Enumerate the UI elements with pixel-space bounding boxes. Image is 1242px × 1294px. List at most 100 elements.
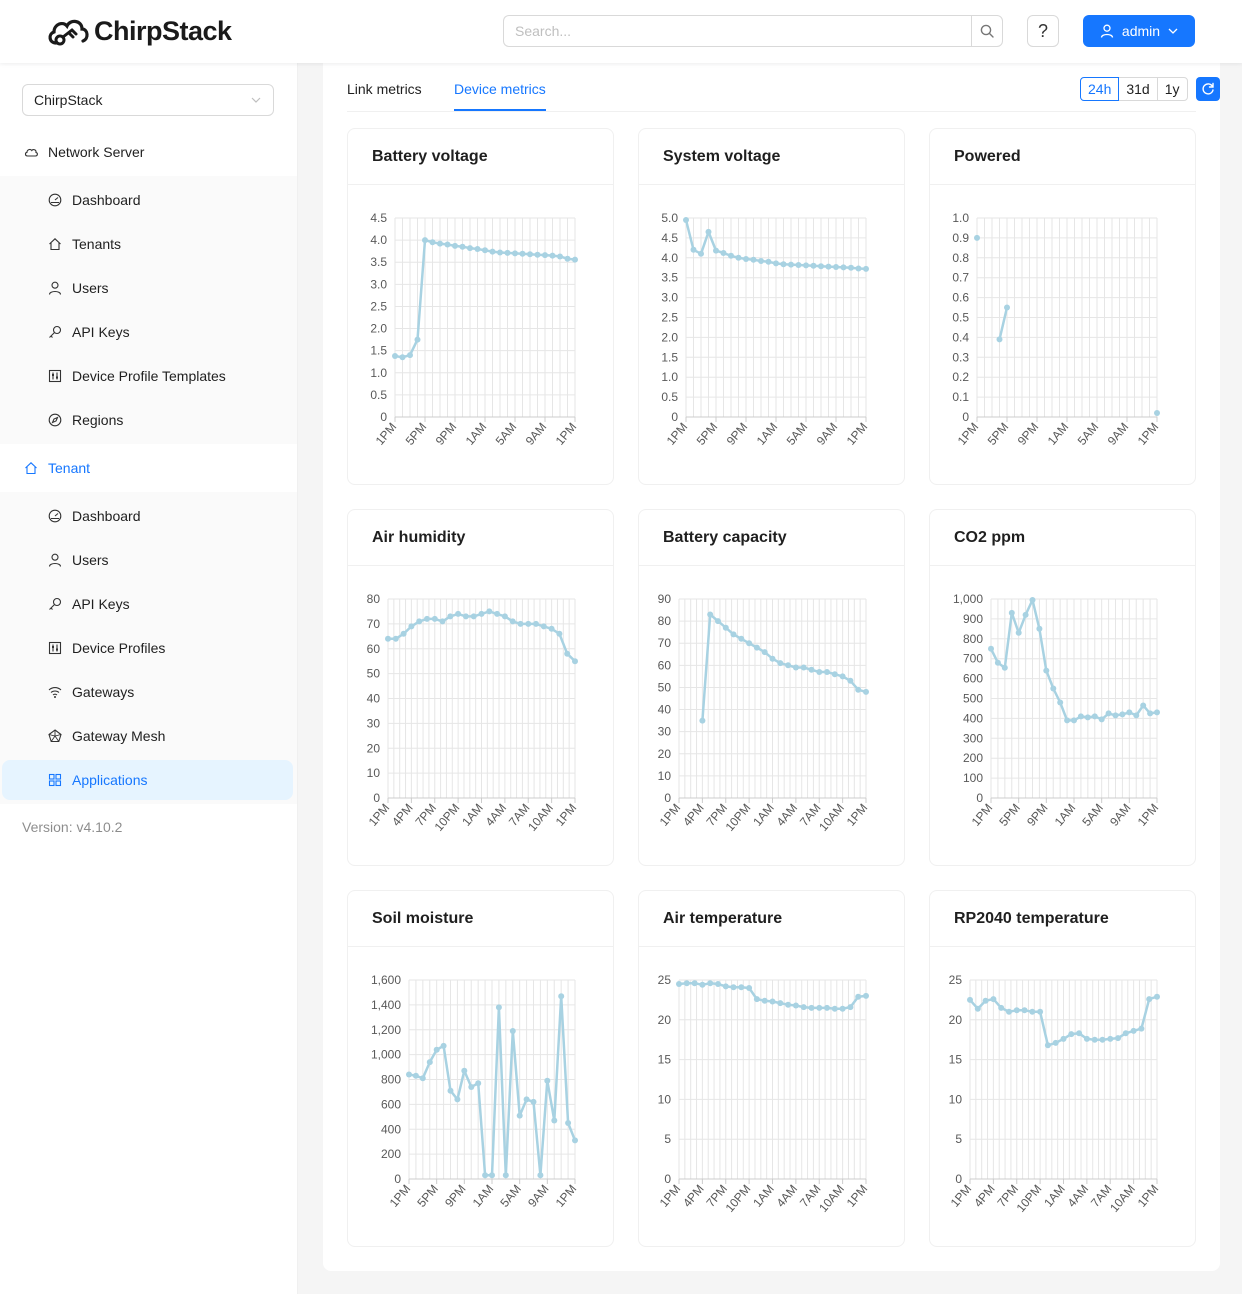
data-point[interactable] <box>437 240 443 247</box>
data-point[interactable] <box>1015 629 1022 636</box>
data-point[interactable] <box>399 354 406 361</box>
data-point[interactable] <box>564 650 571 657</box>
data-point[interactable] <box>818 263 824 270</box>
data-point[interactable] <box>761 997 768 1004</box>
data-point[interactable] <box>468 1084 475 1090</box>
data-point[interactable] <box>564 255 571 262</box>
data-point[interactable] <box>1071 717 1077 724</box>
data-point[interactable] <box>537 1172 544 1179</box>
sidebar-item-tenant-users[interactable]: Users <box>2 540 293 580</box>
data-point[interactable] <box>1119 711 1126 718</box>
data-point[interactable] <box>1112 712 1119 719</box>
data-point[interactable] <box>440 1042 447 1049</box>
data-point[interactable] <box>452 242 458 249</box>
data-point[interactable] <box>800 664 807 671</box>
data-point[interactable] <box>509 1028 516 1034</box>
data-point[interactable] <box>1098 716 1105 723</box>
data-point[interactable] <box>1043 667 1050 674</box>
data-point[interactable] <box>769 655 776 662</box>
data-point[interactable] <box>750 256 757 263</box>
data-point[interactable] <box>1052 1039 1059 1046</box>
tenant-select[interactable]: ChirpStack <box>22 84 274 116</box>
data-point[interactable] <box>699 717 706 724</box>
data-point[interactable] <box>691 980 698 987</box>
sidebar-item-tenants[interactable]: Tenants <box>2 224 293 264</box>
data-point[interactable] <box>1146 996 1153 1003</box>
data-point[interactable] <box>816 669 823 675</box>
data-point[interactable] <box>683 217 689 223</box>
data-point[interactable] <box>525 620 532 627</box>
user-menu-button[interactable]: admin <box>1083 15 1195 47</box>
data-point[interactable] <box>461 1067 468 1074</box>
data-point[interactable] <box>482 1172 489 1179</box>
data-point[interactable] <box>777 1000 784 1007</box>
data-point[interactable] <box>795 262 802 268</box>
data-point[interactable] <box>1021 1007 1028 1014</box>
data-point[interactable] <box>534 251 541 258</box>
data-point[interactable] <box>676 981 682 987</box>
search-input[interactable] <box>503 15 971 47</box>
data-point[interactable] <box>433 1046 440 1053</box>
data-point[interactable] <box>416 618 423 625</box>
data-point[interactable] <box>1076 1030 1083 1037</box>
data-point[interactable] <box>831 671 838 678</box>
sidebar-item-tenant-api-keys[interactable]: API Keys <box>2 584 293 624</box>
data-point[interactable] <box>994 659 1001 666</box>
data-point[interactable] <box>1130 1027 1137 1034</box>
data-point[interactable] <box>431 615 438 622</box>
data-point[interactable] <box>808 666 815 673</box>
data-point[interactable] <box>444 241 451 248</box>
data-point[interactable] <box>722 624 729 631</box>
data-point[interactable] <box>722 983 729 990</box>
data-point[interactable] <box>557 253 563 260</box>
data-point[interactable] <box>533 620 539 627</box>
data-point[interactable] <box>800 1004 807 1011</box>
data-point[interactable] <box>1029 1008 1036 1015</box>
data-point[interactable] <box>810 262 817 269</box>
data-point[interactable] <box>690 246 697 253</box>
data-point[interactable] <box>761 649 768 656</box>
data-point[interactable] <box>572 256 578 263</box>
data-point[interactable] <box>542 252 548 259</box>
data-point[interactable] <box>1133 712 1140 719</box>
data-point[interactable] <box>730 984 737 991</box>
data-point[interactable] <box>509 618 516 625</box>
data-point[interactable] <box>540 623 547 630</box>
data-point[interactable] <box>746 985 753 991</box>
data-point[interactable] <box>839 1005 846 1012</box>
data-point[interactable] <box>530 1098 537 1105</box>
data-point[interactable] <box>474 246 481 252</box>
data-point[interactable] <box>502 1172 509 1179</box>
data-point[interactable] <box>459 243 466 250</box>
data-point[interactable] <box>1126 709 1133 716</box>
data-point[interactable] <box>777 660 784 667</box>
data-point[interactable] <box>998 1004 1005 1011</box>
data-point[interactable] <box>462 613 469 620</box>
data-point[interactable] <box>825 263 832 270</box>
data-point[interactable] <box>715 618 721 625</box>
data-point[interactable] <box>683 980 690 987</box>
data-point[interactable] <box>517 620 524 627</box>
data-point[interactable] <box>455 610 462 617</box>
data-point[interactable] <box>715 981 721 987</box>
data-point[interactable] <box>765 258 772 265</box>
range-1y-button[interactable]: 1y <box>1156 77 1188 101</box>
data-point[interactable] <box>699 981 706 988</box>
data-point[interactable] <box>1099 1036 1106 1043</box>
data-point[interactable] <box>429 239 436 246</box>
data-point[interactable] <box>780 261 787 268</box>
data-point[interactable] <box>558 993 565 1000</box>
data-point[interactable] <box>738 984 745 991</box>
data-point[interactable] <box>863 265 869 272</box>
data-point[interactable] <box>565 1120 572 1126</box>
sidebar-item-api-keys[interactable]: API Keys <box>2 312 293 352</box>
data-point[interactable] <box>400 630 407 637</box>
data-point[interactable] <box>863 992 869 999</box>
data-point[interactable] <box>816 1004 823 1011</box>
data-point[interactable] <box>855 686 862 693</box>
data-point[interactable] <box>1140 702 1147 709</box>
data-point[interactable] <box>753 996 760 1003</box>
data-point[interactable] <box>501 613 508 620</box>
data-point[interactable] <box>572 1137 578 1144</box>
data-point[interactable] <box>863 688 869 695</box>
